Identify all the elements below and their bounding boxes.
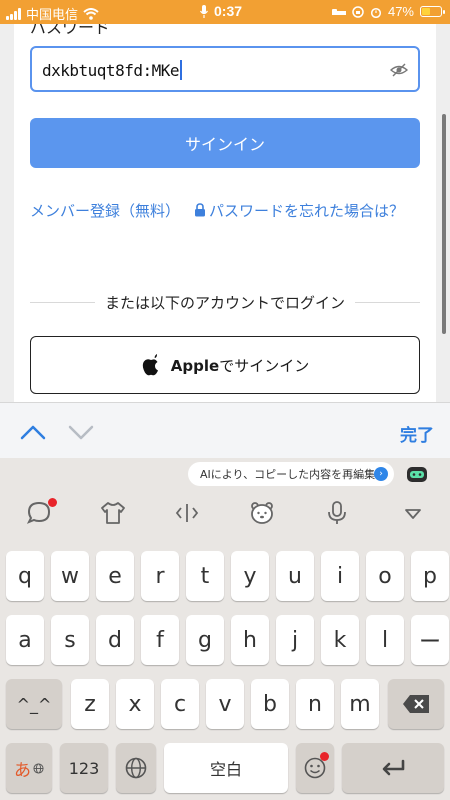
return-key[interactable] — [342, 743, 444, 793]
key-p[interactable]: p — [411, 551, 449, 601]
ai-suggestion-banner[interactable]: AIにより、コピーした内容を再編集！ › — [188, 462, 394, 486]
key-b[interactable]: b — [251, 679, 289, 729]
key-z[interactable]: z — [71, 679, 109, 729]
status-bar: 中国电信 0:37 47% — [0, 0, 450, 24]
key-q[interactable]: q — [6, 551, 44, 601]
forgot-password-link[interactable]: パスワードを忘れた場合は？ — [194, 199, 434, 224]
number-mode-key[interactable]: 123 — [60, 743, 108, 793]
key-t[interactable]: t — [186, 551, 224, 601]
keyboard-toolbar: 完了 — [0, 402, 450, 458]
key-u[interactable]: u — [276, 551, 314, 601]
kana-mode-label: あ — [14, 760, 31, 781]
apple-brand: Apple — [170, 356, 220, 375]
scrollbar[interactable] — [442, 114, 446, 334]
key-x[interactable]: x — [116, 679, 154, 729]
lock-rotation-icon — [352, 5, 364, 18]
divider-text: または以下のアカウントでログイン — [105, 293, 346, 312]
battery-icon — [420, 6, 445, 17]
key-c[interactable]: c — [161, 679, 199, 729]
password-label: パスワード — [30, 24, 111, 37]
key-k[interactable]: k — [321, 615, 359, 665]
shirt-icon[interactable] — [100, 500, 126, 526]
backspace-key[interactable] — [388, 679, 444, 729]
alarm-icon — [370, 7, 382, 18]
emoticon-key[interactable]: ^_^ — [6, 679, 62, 729]
login-card: パスワード dxkbtuqt8fd:MKe サインイン メンバー登録（無料） パ… — [14, 24, 436, 402]
chevron-up-icon[interactable] — [20, 421, 46, 443]
key-m[interactable]: m — [341, 679, 379, 729]
password-value: dxkbtuqt8fd:MKe — [42, 61, 180, 80]
lock-icon — [195, 203, 205, 217]
wifi-icon — [83, 7, 99, 20]
kana-mode-key[interactable]: あ — [6, 743, 52, 793]
return-icon — [382, 759, 405, 776]
key-n[interactable]: n — [296, 679, 334, 729]
key-g[interactable]: g — [186, 615, 224, 665]
key-y[interactable]: y — [231, 551, 269, 601]
key-long-dash[interactable]: ー — [411, 615, 449, 665]
globe-small-icon — [33, 762, 44, 774]
login-page: パスワード dxkbtuqt8fd:MKe サインイン メンバー登録（無料） パ… — [0, 24, 450, 402]
collapse-keyboard-icon[interactable] — [400, 500, 426, 526]
done-button[interactable]: 完了 — [400, 421, 434, 446]
globe-icon — [125, 757, 147, 779]
notification-dot — [48, 498, 57, 507]
key-s[interactable]: s — [51, 615, 89, 665]
eye-icon[interactable] — [390, 61, 408, 79]
text-caret — [180, 60, 182, 80]
clock: 0:37 — [214, 3, 243, 19]
key-v[interactable]: v — [206, 679, 244, 729]
carrier-label: 中国电信 — [26, 7, 79, 22]
mic-icon — [200, 4, 208, 18]
emoji-key[interactable] — [296, 743, 334, 793]
apple-signin-label: でサインイン — [219, 356, 310, 375]
backspace-icon — [403, 695, 429, 713]
member-register-link[interactable]: メンバー登録（無料） — [30, 199, 180, 224]
apple-icon — [142, 354, 158, 376]
key-j[interactable]: j — [276, 615, 314, 665]
key-o[interactable]: o — [366, 551, 404, 601]
bear-icon[interactable] — [249, 500, 275, 526]
keyboard: AIにより、コピーした内容を再編集！ › qwertyuiop asdfghjkl… — [0, 458, 450, 800]
key-h[interactable]: h — [231, 615, 269, 665]
robot-icon[interactable] — [406, 464, 428, 484]
ai-banner-text: AIにより、コピーした内容を再編集！ — [200, 468, 387, 481]
key-w[interactable]: w — [51, 551, 89, 601]
password-field[interactable]: dxkbtuqt8fd:MKe — [30, 46, 420, 92]
forgot-password-label: パスワードを忘れた場合は？ — [209, 202, 405, 220]
globe-key[interactable] — [116, 743, 156, 793]
arrow-right-icon: › — [374, 467, 388, 481]
emoji-notification-dot — [320, 752, 329, 761]
signin-button[interactable]: サインイン — [30, 118, 420, 168]
battery-percent: 47% — [387, 4, 414, 19]
cursor-icon[interactable] — [174, 500, 200, 526]
chevron-down-icon[interactable] — [68, 421, 94, 443]
key-e[interactable]: e — [96, 551, 134, 601]
space-key[interactable]: 空白 — [164, 743, 288, 793]
key-l[interactable]: l — [366, 615, 404, 665]
key-r[interactable]: r — [141, 551, 179, 601]
apple-signin-button[interactable]: Appleでサインイン — [30, 336, 420, 394]
mic-icon[interactable] — [324, 500, 350, 526]
divider: または以下のアカウントでログイン — [30, 290, 421, 314]
key-d[interactable]: d — [96, 615, 134, 665]
signal-icon — [6, 7, 21, 20]
key-f[interactable]: f — [141, 615, 179, 665]
key-a[interactable]: a — [6, 615, 44, 665]
key-i[interactable]: i — [321, 551, 359, 601]
bed-icon — [331, 8, 346, 15]
